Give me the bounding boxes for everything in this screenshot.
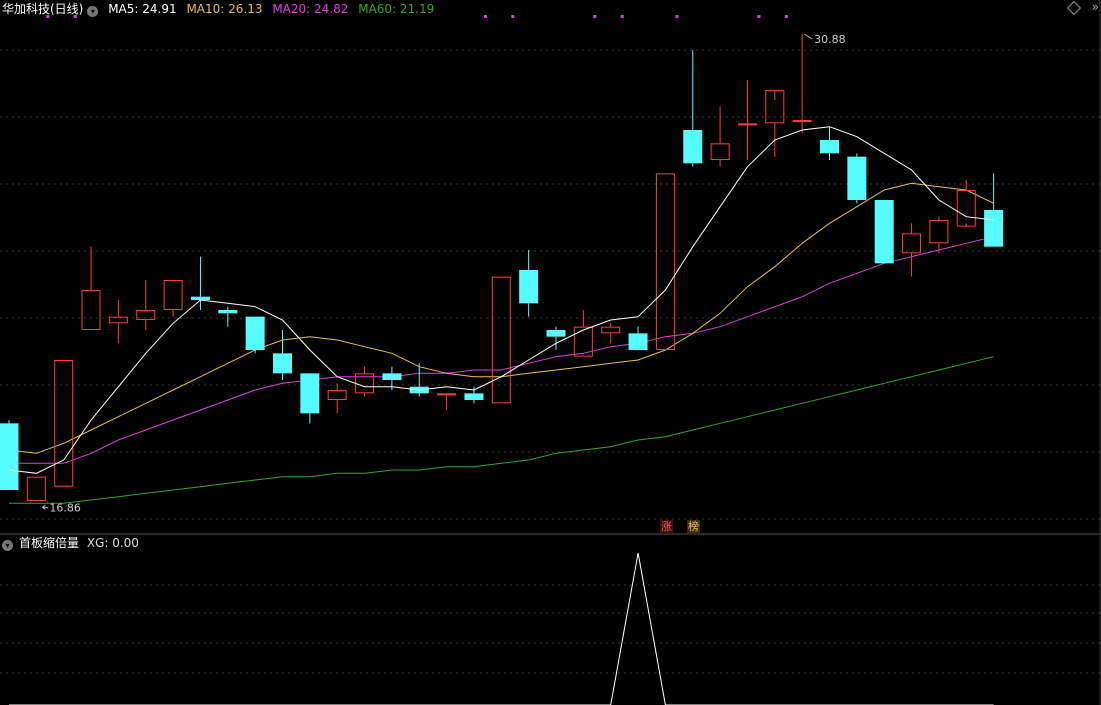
indicator-header: ▾ 首板缩倍量 XG: 0.00 [2,535,145,551]
candle-down [273,353,292,374]
candle-up [902,233,922,254]
marker-dot [784,15,788,18]
stock-title[interactable]: 华加科技(日线) [2,2,83,16]
candle-up [26,476,46,501]
marker-dot [675,15,679,18]
chevron-down-icon[interactable]: ▾ [2,540,13,551]
extreme-labels: 30.88 16.86 [42,33,846,514]
main-grid [0,49,1101,520]
ma5-legend: MA5: 24.91 [108,2,177,16]
ma60-line [9,356,994,504]
candle-up [108,316,128,324]
candle-down [0,423,19,490]
candle-up [601,326,621,334]
candle-down [874,200,894,264]
candle-up [163,280,183,310]
marker-dot [620,15,624,18]
candle-down [683,130,703,164]
candle-up [792,120,812,122]
candle-down [464,393,484,400]
candle-down [820,140,839,154]
ma20-legend: MA20: 24.82 [272,2,349,16]
candle-up [81,290,101,330]
ma20-line [9,236,994,464]
kline-chart[interactable]: 30.88 16.86 [0,0,1101,705]
max-label-pointer [803,33,813,40]
candle-up [655,173,675,350]
ma5-line-group [8,126,994,474]
indicator-name[interactable]: 首板缩倍量 [19,536,79,550]
candle-down [546,330,566,337]
candle-down [382,373,402,380]
indicator-value: XG: 0.00 [86,536,139,550]
candle-down [984,210,1004,247]
limit-up-tag[interactable]: 涨 [660,520,673,533]
candle-up [491,276,511,404]
marker-dot [593,15,597,18]
marker-dot [757,15,761,18]
candle-down [245,316,265,350]
candle-down [300,373,320,414]
signal-line-group [9,552,994,705]
candle-up [929,220,949,244]
min-price-label: 16.86 [49,501,81,514]
marker-dot [483,15,487,18]
candles [0,34,1004,502]
candle-down [628,333,648,350]
candle-up [327,390,347,400]
ma5-line [8,126,994,474]
min-label-pointer [42,504,49,510]
candle-up [437,393,457,396]
candle-up [710,143,730,160]
marker-dot [511,15,515,18]
candle-up [737,123,757,126]
more-icon[interactable]: » [1092,0,1099,14]
candle-down [218,310,238,314]
indicator-grid [0,584,1101,674]
max-price-label: 30.88 [814,33,846,46]
ma10-legend: MA10: 26.13 [186,2,263,16]
chart-header: 华加科技(日线) ▾ MA5: 24.91 MA10: 26.13 MA20: 2… [2,1,440,17]
candle-down [847,156,867,200]
ma60-line-group [9,356,994,504]
rank-tag[interactable]: 榜 [687,520,700,533]
candle-up [956,190,976,227]
ma20-line-group [9,236,994,464]
signal-line [9,552,994,705]
chevron-down-icon[interactable]: ▾ [87,6,99,17]
candle-down [519,270,539,304]
ma60-legend: MA60: 21.19 [358,2,435,16]
candle-up [54,360,74,487]
